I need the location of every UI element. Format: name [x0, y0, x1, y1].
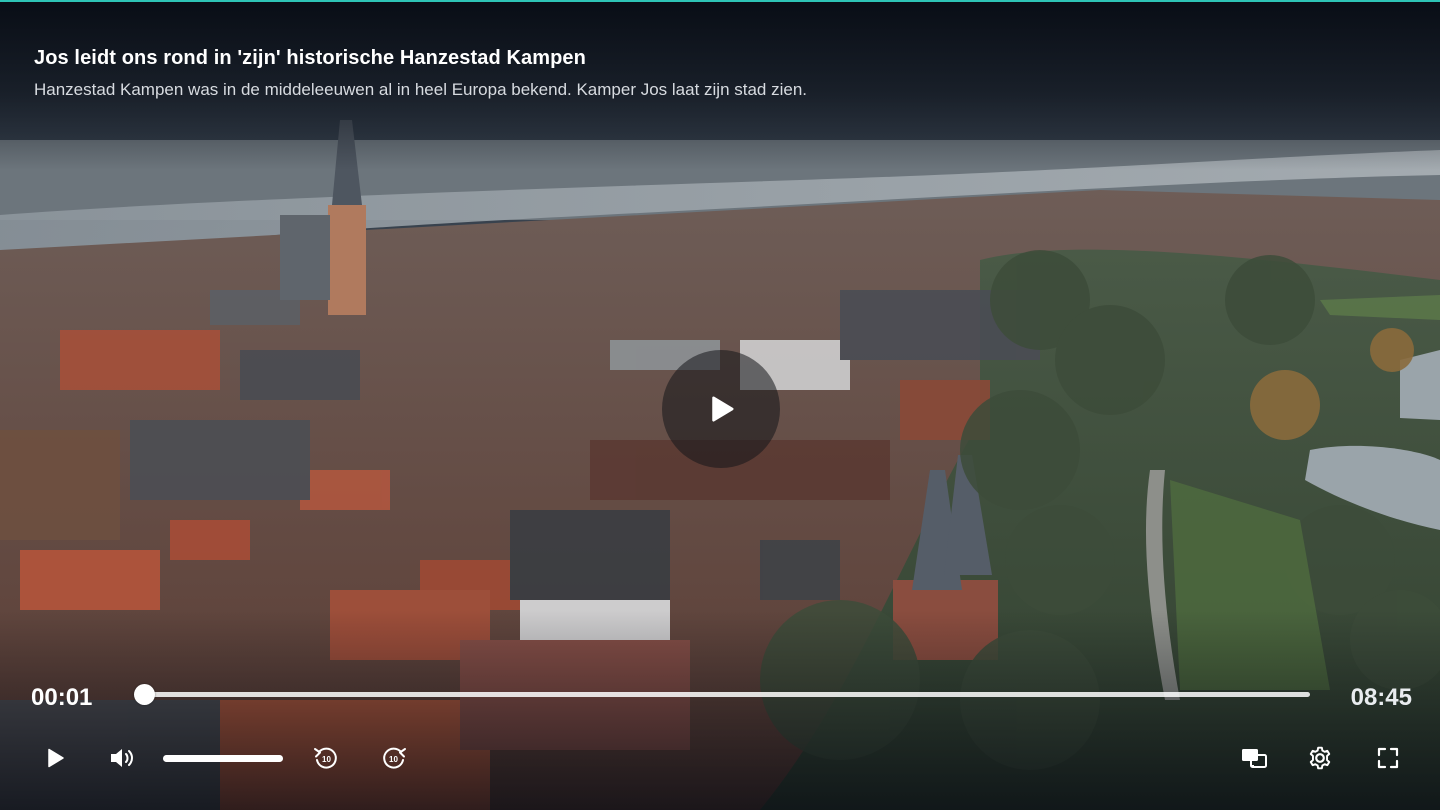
play-icon: [48, 748, 64, 768]
cast-icon: [1242, 749, 1267, 768]
cast-button[interactable]: [1238, 742, 1270, 774]
fullscreen-button[interactable]: [1372, 742, 1404, 774]
play-icon: [712, 396, 734, 422]
volume-slider[interactable]: [163, 755, 283, 762]
video-title: Jos leidt ons rond in 'zijn' historische…: [34, 47, 586, 69]
mute-button[interactable]: [108, 742, 138, 774]
speaker-icon: [111, 749, 133, 767]
play-button[interactable]: [42, 742, 70, 774]
svg-text:10: 10: [389, 755, 398, 764]
forward-10-button[interactable]: 10: [378, 742, 410, 774]
settings-button[interactable]: [1304, 742, 1336, 774]
fullscreen-icon: [1377, 747, 1399, 769]
video-player[interactable]: Jos leidt ons rond in 'zijn' historische…: [0, 0, 1440, 810]
total-time: 08:45: [1350, 684, 1412, 711]
progress-bar[interactable]: [134, 684, 1310, 705]
gear-icon: [1309, 746, 1331, 770]
volume-fill: [163, 755, 283, 762]
center-play-button[interactable]: [662, 350, 780, 468]
forward-10-icon: 10: [383, 747, 406, 769]
current-time: 00:01: [31, 684, 93, 711]
rewind-10-button[interactable]: 10: [310, 742, 342, 774]
bottom-gradient: [0, 610, 1440, 810]
video-subtitle: Hanzestad Kampen was in de middeleeuwen …: [34, 80, 808, 99]
svg-text:10: 10: [322, 755, 331, 764]
rewind-10-icon: 10: [314, 747, 337, 769]
accent-line: [0, 0, 1440, 2]
